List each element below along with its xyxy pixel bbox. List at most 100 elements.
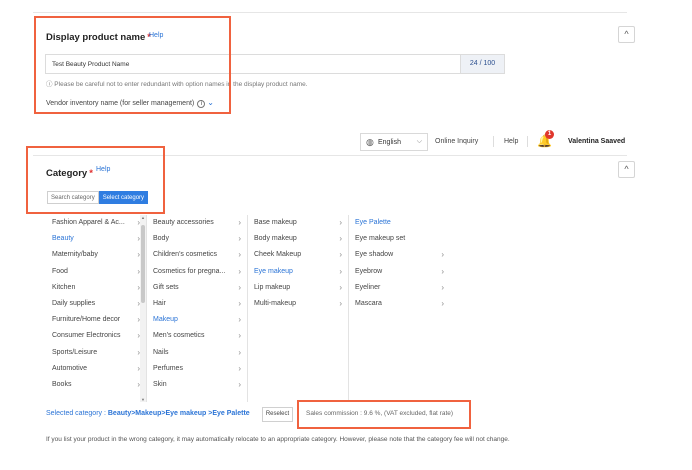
category-item-label: Eye Palette: [355, 219, 391, 226]
chevron-right-icon: ›: [339, 250, 342, 260]
category-scrollbar[interactable]: ▲ ▼: [140, 215, 146, 402]
category-item[interactable]: Nails ›: [147, 345, 247, 361]
category-item-label: Body: [153, 235, 169, 243]
category-item-label: Eyeliner: [355, 283, 381, 291]
chevron-right-icon: ›: [238, 379, 241, 389]
category-item-label: Daily supplies: [52, 299, 96, 307]
highlight-box-commission: [297, 400, 471, 429]
collapse-up-icon[interactable]: ^: [618, 26, 635, 43]
category-item[interactable]: Beauty ›: [46, 231, 146, 247]
category-item[interactable]: Maternity/baby ›: [46, 247, 146, 263]
chevron-right-icon: ›: [441, 298, 444, 308]
notification-badge: 1: [545, 130, 554, 139]
category-item[interactable]: Eye shadow ›: [349, 247, 450, 263]
category-item-label: Consumer Electronics: [52, 332, 121, 340]
category-item[interactable]: Automotive ›: [46, 361, 146, 377]
category-item[interactable]: Consumer Electronics ›: [46, 328, 146, 344]
language-select[interactable]: ◍ English ⌵: [360, 133, 428, 151]
category-item[interactable]: Sports/Leisure ›: [46, 345, 146, 361]
category-item[interactable]: Eye makeup ›: [248, 264, 348, 280]
category-item[interactable]: Mascara ›: [349, 296, 450, 312]
char-counter: 24 / 100: [460, 55, 504, 73]
category-item[interactable]: Perfumes ›: [147, 361, 247, 377]
category-item[interactable]: Hair ›: [147, 296, 247, 312]
chevron-right-icon: ›: [441, 282, 444, 292]
category-item-label: Furniture/Home decor: [52, 316, 121, 324]
category-item[interactable]: Beauty accessories ›: [147, 215, 247, 231]
chevron-right-icon: ›: [238, 250, 241, 260]
category-item[interactable]: Eye makeup set: [349, 231, 450, 247]
category-item[interactable]: Body ›: [147, 231, 247, 247]
chevron-right-icon: ›: [238, 298, 241, 308]
category-item[interactable]: Body makeup ›: [248, 231, 348, 247]
category-item[interactable]: Eye Palette: [349, 215, 450, 231]
divider: [527, 136, 528, 147]
category-item[interactable]: Makeup ›: [147, 312, 247, 328]
chevron-right-icon: ›: [238, 282, 241, 292]
category-item-label: Fashion Apparel & Ac...: [52, 219, 125, 226]
scroll-down-icon[interactable]: ▼: [140, 397, 146, 402]
chevron-right-icon: ›: [339, 234, 342, 244]
category-item-label: Food: [52, 267, 68, 275]
category-item[interactable]: Eyebrow ›: [349, 264, 450, 280]
chevron-right-icon: ›: [441, 250, 444, 260]
category-item[interactable]: Books ›: [46, 377, 146, 393]
category-column-1: Fashion Apparel & Ac... › Beauty › Maternity…: [46, 215, 147, 402]
category-item[interactable]: Men's cosmetics ›: [147, 328, 247, 344]
category-item-label: Mascara: [355, 299, 382, 307]
top-bar: ◍ English ⌵ Online Inquiry Help 🔔 1 Vale…: [360, 130, 630, 153]
category-item-label: Base makeup: [254, 219, 297, 226]
chevron-right-icon: ›: [339, 266, 342, 276]
category-item-label: Beauty: [52, 235, 74, 243]
chevron-right-icon: ›: [441, 266, 444, 276]
scroll-up-icon[interactable]: ▲: [140, 215, 146, 220]
category-item[interactable]: Gift sets ›: [147, 280, 247, 296]
category-item[interactable]: Eyeliner ›: [349, 280, 450, 296]
category-item-label: Eyebrow: [355, 267, 383, 275]
user-name[interactable]: Valentina Saaved: [568, 138, 625, 145]
category-item-label: Beauty accessories: [153, 219, 214, 226]
chevron-right-icon: ›: [339, 218, 342, 227]
divider: [493, 136, 494, 147]
category-item[interactable]: Multi-makeup ›: [248, 296, 348, 312]
category-item[interactable]: Food ›: [46, 264, 146, 280]
category-item[interactable]: Lip makeup ›: [248, 280, 348, 296]
category-item-label: Cosmetics for pregna...: [153, 267, 226, 275]
category-item-label: Cheek Makeup: [254, 251, 302, 259]
category-column-3: Base makeup › Body makeup › Cheek Makeup › Eye…: [248, 215, 349, 402]
category-item-label: Men's cosmetics: [153, 332, 205, 340]
category-item-label: Eye shadow: [355, 251, 394, 259]
collapse-up-icon[interactable]: ^: [618, 161, 635, 178]
category-item-label: Eye makeup set: [355, 235, 406, 243]
category-item-label: Maternity/baby: [52, 251, 98, 259]
chevron-right-icon: ›: [238, 218, 241, 227]
category-item-label: Lip makeup: [254, 283, 291, 291]
category-item[interactable]: Skin ›: [147, 377, 247, 393]
category-item[interactable]: Cosmetics for pregna... ›: [147, 264, 247, 280]
category-item[interactable]: Kitchen ›: [46, 280, 146, 296]
category-item-label: Eye makeup: [254, 267, 293, 275]
chevron-right-icon: ›: [238, 363, 241, 373]
category-item[interactable]: Daily supplies ›: [46, 296, 146, 312]
chevron-right-icon: ›: [238, 347, 241, 357]
category-item-label: Perfumes: [153, 364, 183, 372]
category-item[interactable]: Fashion Apparel & Ac... ›: [46, 215, 146, 231]
category-item[interactable]: Children's cosmetics ›: [147, 247, 247, 263]
category-item-label: Multi-makeup: [254, 299, 297, 307]
category-column-2: Beauty accessories › Body › Children's cosme…: [147, 215, 248, 402]
language-value: English: [378, 139, 401, 146]
category-item[interactable]: Furniture/Home decor ›: [46, 312, 146, 328]
category-item-label: Kitchen: [52, 283, 76, 291]
category-item-label: Nails: [153, 348, 169, 356]
category-item-label: Books: [52, 380, 72, 388]
globe-icon: ◍: [366, 137, 374, 147]
category-item-label: Automotive: [52, 364, 88, 372]
reselect-button[interactable]: Reselect: [262, 407, 293, 422]
scrollbar-thumb[interactable]: [141, 225, 145, 303]
chevron-down-icon: ⌵: [416, 138, 422, 145]
online-inquiry-link[interactable]: Online Inquiry: [435, 138, 478, 145]
help-link[interactable]: Help: [504, 138, 518, 145]
chevron-right-icon: ›: [238, 331, 241, 341]
category-item[interactable]: Cheek Makeup ›: [248, 247, 348, 263]
category-item[interactable]: Base makeup ›: [248, 215, 348, 231]
